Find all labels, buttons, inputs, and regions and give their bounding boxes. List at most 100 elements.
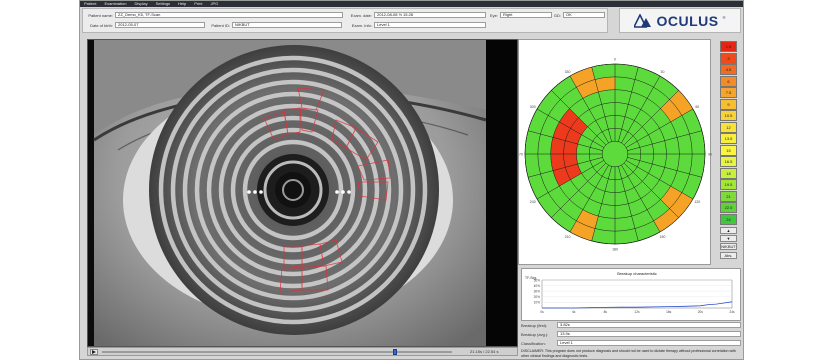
eye-image bbox=[88, 40, 517, 346]
scale-step: 18 bbox=[720, 167, 737, 179]
gd-label: GD: bbox=[553, 12, 561, 18]
breakup-results: Breakup (first): 3.82s Breakup (avg.): 1… bbox=[521, 322, 741, 348]
exam-info-row: Exam. Info: Level 1 bbox=[348, 22, 486, 28]
play-icon bbox=[92, 350, 96, 354]
polar-angle-label: 300 bbox=[530, 105, 536, 109]
dob-field[interactable]: 2012-05-07 bbox=[115, 22, 205, 28]
chart-xtick: 4s bbox=[572, 310, 576, 314]
polar-angle-label: 60 bbox=[695, 105, 699, 109]
patient-id-label: Patient ID: bbox=[211, 22, 230, 28]
video-slider[interactable] bbox=[102, 349, 452, 355]
polar-angle-label: 330 bbox=[565, 70, 571, 74]
polar-angle-label: 120 bbox=[694, 200, 700, 204]
nikbut-button[interactable]: NIKBUT bbox=[720, 243, 737, 250]
breakup-avg-label: Breakup (avg.): bbox=[521, 331, 549, 337]
scale-step: 15 bbox=[720, 144, 737, 156]
color-scale: 1.5 3 4.5 6 7.5 9 10.5 12 13.5 15 16.5 18 19.5 21 22.5… bbox=[717, 39, 741, 265]
menu-examination[interactable]: Examination bbox=[104, 1, 126, 7]
scale-step: 21 bbox=[720, 190, 737, 202]
polar-angle-label: 90 bbox=[708, 153, 712, 157]
scale-up-button[interactable]: ▲ bbox=[720, 227, 737, 234]
breakup-first-row: Breakup (first): 3.82s bbox=[521, 322, 741, 328]
chart-graphic: Breakup characteristicTF-Seg.50%40%30%20… bbox=[525, 271, 735, 314]
scale-step: 16.5 bbox=[720, 156, 737, 167]
classification-row: Classification: Level 1 bbox=[521, 340, 741, 346]
abs-button[interactable]: Abs. bbox=[720, 252, 737, 259]
eye-camera-view[interactable] bbox=[87, 39, 518, 347]
chart-ytick: 30% bbox=[534, 290, 541, 294]
breakup-first-field: 3.82s bbox=[557, 322, 741, 328]
polar-angle-label: 240 bbox=[530, 200, 536, 204]
scale-step: 22.5 bbox=[720, 202, 737, 213]
menu-patient[interactable]: Patient bbox=[84, 1, 96, 7]
scale-step: 4.5 bbox=[720, 64, 737, 75]
logo-registered-mark: ® bbox=[722, 15, 726, 20]
polar-angle-label: 210 bbox=[565, 235, 571, 239]
scale-step: 3 bbox=[720, 52, 737, 64]
polar-angle-label: 150 bbox=[660, 235, 666, 239]
exam-date-row: Exam. date: 2012-08-08 ½ 15:28 bbox=[348, 12, 486, 18]
classification-field: Level 1 bbox=[557, 340, 741, 346]
classification-label: Classification: bbox=[521, 340, 546, 346]
scale-step: 24 bbox=[720, 213, 737, 225]
scale-step: 9 bbox=[720, 98, 737, 110]
chart-ytick: 10% bbox=[534, 301, 541, 305]
polar-angle-label: 180 bbox=[612, 248, 618, 252]
polar-angle-label: 0 bbox=[614, 58, 616, 62]
exam-date-field[interactable]: 2012-08-08 ½ 15:28 bbox=[374, 12, 486, 18]
eye-label: Eye: bbox=[489, 12, 498, 18]
chart-title: Breakup characteristic bbox=[617, 271, 657, 276]
chart-xtick: 20s bbox=[698, 310, 704, 314]
breakup-characteristic-chart: Breakup characteristic TF-Seg. 50% 40% 30% 20… bbox=[521, 268, 741, 321]
breakup-first-label: Breakup (first): bbox=[521, 322, 548, 328]
menu-help[interactable]: Help bbox=[178, 1, 186, 7]
eye-field[interactable]: Right bbox=[500, 12, 552, 18]
patient-name-row: Patient name: ZZ_Demo_K5, TF-Scan bbox=[85, 12, 343, 18]
patient-name-label: Patient name: bbox=[88, 12, 113, 18]
scale-step: 13.5 bbox=[720, 133, 737, 144]
patient-id-row: Patient ID: NIKBUT bbox=[206, 22, 342, 28]
play-button[interactable] bbox=[90, 349, 98, 355]
dob-label: Date of birth: bbox=[90, 22, 113, 28]
exam-info-label: Exam. Info: bbox=[351, 22, 372, 28]
menu-bar: Patient Examination Display Settings Hel… bbox=[80, 1, 743, 7]
exam-date-label: Exam. date: bbox=[350, 12, 372, 18]
app-window: Patient Examination Display Settings Hel… bbox=[79, 0, 744, 360]
chart-plot-area bbox=[541, 279, 733, 309]
scale-step: 19.5 bbox=[720, 179, 737, 190]
polar-angle-label: 30 bbox=[661, 70, 665, 74]
menu-display[interactable]: Display bbox=[134, 1, 147, 7]
patient-id-field[interactable]: NIKBUT bbox=[232, 22, 342, 28]
video-slider-thumb[interactable] bbox=[392, 349, 397, 355]
breakup-avg-row: Breakup (avg.): 13.9s bbox=[521, 331, 741, 337]
chart-xtick: 8s bbox=[604, 310, 608, 314]
frame-time: 21.15s / 22.54 s bbox=[470, 349, 499, 354]
scale-step: 6 bbox=[720, 75, 737, 87]
eye-row: Eye: Right bbox=[488, 12, 552, 18]
menu-settings[interactable]: Settings bbox=[156, 1, 170, 7]
gd-field[interactable]: OK bbox=[563, 12, 605, 18]
menu-print[interactable]: Print bbox=[194, 1, 202, 7]
scale-step: 7.5 bbox=[720, 87, 737, 98]
chart-ytick: 20% bbox=[534, 295, 541, 299]
patient-header: Patient name: ZZ_Demo_K5, TF-Scan Date o… bbox=[82, 8, 608, 33]
polar-map-graphic: 0 30 60 90 120 150 180 210 240 270 300 330 bbox=[517, 58, 712, 252]
scale-down-button[interactable]: ▼ bbox=[720, 235, 737, 242]
video-controls: 21.15s / 22.54 s bbox=[87, 347, 518, 356]
polar-angle-label: 270 bbox=[519, 153, 523, 157]
breakup-avg-field: 13.9s bbox=[557, 331, 741, 337]
menu-jpg[interactable]: JPG bbox=[211, 1, 219, 7]
chart-xtick: 24s bbox=[729, 310, 735, 314]
patient-name-field[interactable]: ZZ_Demo_K5, TF-Scan bbox=[115, 12, 343, 18]
exam-info-field[interactable]: Level 1 bbox=[374, 22, 486, 28]
dob-row: Date of birth: 2012-05-07 bbox=[85, 22, 205, 28]
chart-ytick: 50% bbox=[534, 278, 541, 282]
oculus-logo: OCULUS ® bbox=[619, 8, 741, 33]
logo-text: OCULUS bbox=[656, 12, 719, 29]
breakup-polar-map: 0 30 60 90 120 150 180 210 240 270 300 330 bbox=[517, 39, 712, 265]
gd-row: GD: OK bbox=[553, 12, 605, 18]
scale-step: 12 bbox=[720, 121, 737, 133]
disclaimer-text: DISCLAIMER: This program does not produc… bbox=[521, 349, 736, 358]
chart-xtick: 0s bbox=[540, 310, 544, 314]
scale-step: 10.5 bbox=[720, 110, 737, 121]
